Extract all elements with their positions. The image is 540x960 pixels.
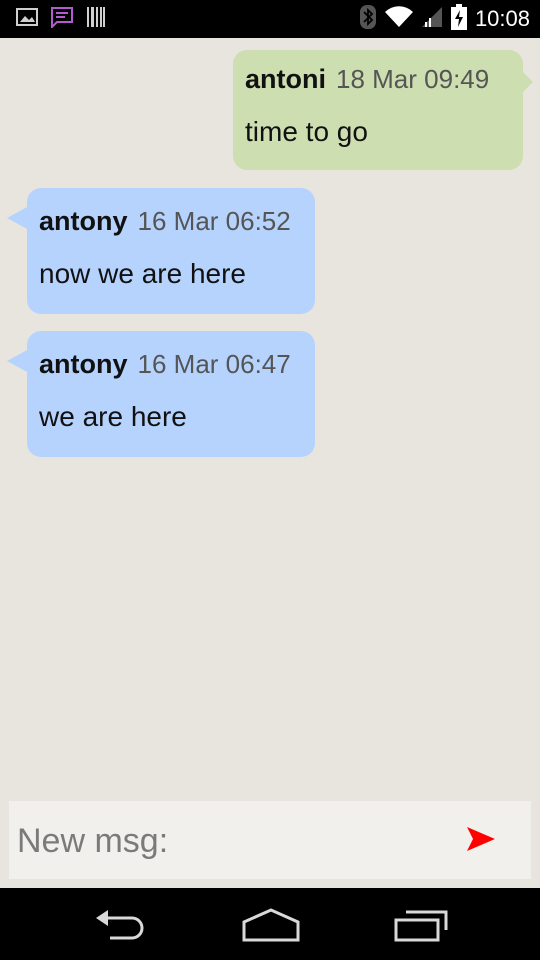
bubble-tail [521,70,533,94]
recent-apps-icon [394,910,448,942]
home-button[interactable] [236,906,306,946]
message-sender: antony [39,206,128,236]
message-input[interactable] [15,811,439,871]
back-icon [96,910,144,940]
message-text: now we are here [39,258,247,289]
message-text: we are here [39,401,187,432]
image-icon [16,7,38,32]
message-bubble-outgoing[interactable]: antoni 18 Mar 09:49 time to go [233,50,533,170]
message-sender: antony [39,349,128,379]
bubble-tail [7,349,29,373]
bluetooth-icon [359,4,377,35]
message-icon [50,6,74,33]
message-list[interactable]: antoni 18 Mar 09:49 time to go antony 16 M… [0,38,540,798]
message-composer [9,801,531,879]
battery-charging-icon [450,3,467,35]
signal-icon [421,6,443,33]
back-button[interactable] [88,906,158,946]
bubble-tail [7,206,29,230]
barcode-icon [86,6,106,33]
message-bubble-incoming[interactable]: antony 16 Mar 06:47 we are here [7,331,315,457]
message-timestamp: 16 Mar 06:52 [137,206,291,236]
message-timestamp: 16 Mar 06:47 [137,349,291,379]
clock: 10:08 [474,6,530,31]
home-icon [242,908,300,942]
message-timestamp: 18 Mar 09:49 [336,64,490,94]
wifi-icon [384,5,413,33]
navigation-bar [0,888,540,960]
send-icon [467,827,495,851]
recent-apps-button[interactable] [388,906,458,946]
status-bar: 10:08 [0,0,540,38]
send-button[interactable] [465,823,497,855]
message-bubble-incoming[interactable]: antony 16 Mar 06:52 now we are here [7,188,315,314]
message-sender: antoni [245,64,326,94]
message-text: time to go [245,116,368,147]
